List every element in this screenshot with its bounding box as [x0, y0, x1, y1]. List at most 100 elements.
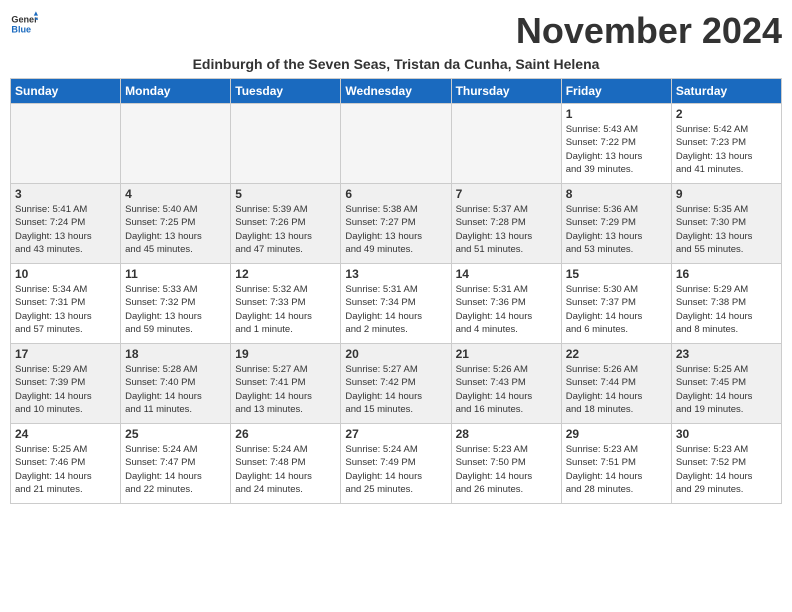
calendar-cell: 21 Sunrise: 5:26 AM Sunset: 7:43 PM Dayli… — [451, 344, 561, 424]
calendar-cell: 4 Sunrise: 5:40 AM Sunset: 7:25 PM Daylig… — [121, 184, 231, 264]
calendar-week-5: 24Sunrise: 5:25 AM Sunset: 7:46 PM Dayli… — [11, 424, 782, 504]
day-number: 2 — [676, 107, 777, 121]
calendar-cell: 5 Sunrise: 5:39 AM Sunset: 7:26 PM Daylig… — [231, 184, 341, 264]
day-number: 30 — [676, 427, 777, 441]
day-number: 14 — [456, 267, 557, 281]
day-info: Sunrise: 5:24 AM Sunset: 7:49 PM Dayligh… — [345, 443, 446, 496]
calendar-table: SundayMondayTuesdayWednesdayThursdayFrid… — [10, 78, 782, 504]
svg-text:Blue: Blue — [11, 24, 31, 34]
calendar-cell — [11, 104, 121, 184]
calendar-cell: 30 Sunrise: 5:23 AM Sunset: 7:52 PM Dayli… — [671, 424, 781, 504]
day-header-friday: Friday — [561, 79, 671, 104]
day-info: Sunrise: 5:28 AM Sunset: 7:40 PM Dayligh… — [125, 363, 226, 416]
day-number: 10 — [15, 267, 116, 281]
month-title: November 2024 — [516, 10, 782, 52]
day-info: Sunrise: 5:33 AM Sunset: 7:32 PM Dayligh… — [125, 283, 226, 336]
calendar-cell: 27 Sunrise: 5:24 AM Sunset: 7:49 PM Dayli… — [341, 424, 451, 504]
day-info: Sunrise: 5:39 AM Sunset: 7:26 PM Dayligh… — [235, 203, 336, 256]
day-info: Sunrise: 5:25 AM Sunset: 7:45 PM Dayligh… — [676, 363, 777, 416]
calendar-cell: 24Sunrise: 5:25 AM Sunset: 7:46 PM Dayli… — [11, 424, 121, 504]
day-info: Sunrise: 5:36 AM Sunset: 7:29 PM Dayligh… — [566, 203, 667, 256]
calendar-week-2: 3 Sunrise: 5:41 AM Sunset: 7:24 PM Daylig… — [11, 184, 782, 264]
day-info: Sunrise: 5:25 AM Sunset: 7:46 PM Dayligh… — [15, 443, 116, 496]
day-number: 21 — [456, 347, 557, 361]
calendar-cell: 7 Sunrise: 5:37 AM Sunset: 7:28 PM Daylig… — [451, 184, 561, 264]
day-info: Sunrise: 5:32 AM Sunset: 7:33 PM Dayligh… — [235, 283, 336, 336]
calendar-cell — [231, 104, 341, 184]
day-number: 17 — [15, 347, 116, 361]
day-info: Sunrise: 5:23 AM Sunset: 7:51 PM Dayligh… — [566, 443, 667, 496]
day-info: Sunrise: 5:43 AM Sunset: 7:22 PM Dayligh… — [566, 123, 667, 176]
header: General Blue November 2024 — [10, 10, 782, 52]
day-number: 28 — [456, 427, 557, 441]
day-info: Sunrise: 5:40 AM Sunset: 7:25 PM Dayligh… — [125, 203, 226, 256]
day-info: Sunrise: 5:31 AM Sunset: 7:34 PM Dayligh… — [345, 283, 446, 336]
day-info: Sunrise: 5:30 AM Sunset: 7:37 PM Dayligh… — [566, 283, 667, 336]
calendar-cell: 20 Sunrise: 5:27 AM Sunset: 7:42 PM Dayli… — [341, 344, 451, 424]
calendar-cell: 16 Sunrise: 5:29 AM Sunset: 7:38 PM Dayli… — [671, 264, 781, 344]
day-number: 15 — [566, 267, 667, 281]
calendar-cell: 19 Sunrise: 5:27 AM Sunset: 7:41 PM Dayli… — [231, 344, 341, 424]
day-info: Sunrise: 5:41 AM Sunset: 7:24 PM Dayligh… — [15, 203, 116, 256]
calendar-cell: 11 Sunrise: 5:33 AM Sunset: 7:32 PM Dayli… — [121, 264, 231, 344]
calendar-header-row: SundayMondayTuesdayWednesdayThursdayFrid… — [11, 79, 782, 104]
day-info: Sunrise: 5:23 AM Sunset: 7:52 PM Dayligh… — [676, 443, 777, 496]
day-number: 1 — [566, 107, 667, 121]
calendar-cell: 28Sunrise: 5:23 AM Sunset: 7:50 PM Dayli… — [451, 424, 561, 504]
day-number: 4 — [125, 187, 226, 201]
day-number: 13 — [345, 267, 446, 281]
day-number: 25 — [125, 427, 226, 441]
calendar-week-1: 1 Sunrise: 5:43 AM Sunset: 7:22 PM Daylig… — [11, 104, 782, 184]
day-header-sunday: Sunday — [11, 79, 121, 104]
calendar-cell: 26Sunrise: 5:24 AM Sunset: 7:48 PM Dayli… — [231, 424, 341, 504]
day-number: 11 — [125, 267, 226, 281]
calendar-cell: 12 Sunrise: 5:32 AM Sunset: 7:33 PM Dayli… — [231, 264, 341, 344]
calendar-cell — [451, 104, 561, 184]
day-info: Sunrise: 5:26 AM Sunset: 7:43 PM Dayligh… — [456, 363, 557, 416]
day-number: 3 — [15, 187, 116, 201]
svg-text:General: General — [11, 15, 38, 25]
day-header-saturday: Saturday — [671, 79, 781, 104]
day-number: 16 — [676, 267, 777, 281]
day-number: 8 — [566, 187, 667, 201]
day-number: 7 — [456, 187, 557, 201]
day-number: 12 — [235, 267, 336, 281]
day-number: 19 — [235, 347, 336, 361]
calendar-cell: 13 Sunrise: 5:31 AM Sunset: 7:34 PM Dayli… — [341, 264, 451, 344]
day-number: 5 — [235, 187, 336, 201]
day-number: 23 — [676, 347, 777, 361]
calendar-cell: 23 Sunrise: 5:25 AM Sunset: 7:45 PM Dayli… — [671, 344, 781, 424]
calendar-cell: 9Sunrise: 5:35 AM Sunset: 7:30 PM Daylig… — [671, 184, 781, 264]
day-number: 9 — [676, 187, 777, 201]
calendar-cell — [341, 104, 451, 184]
day-number: 27 — [345, 427, 446, 441]
day-info: Sunrise: 5:31 AM Sunset: 7:36 PM Dayligh… — [456, 283, 557, 336]
calendar-cell — [121, 104, 231, 184]
day-info: Sunrise: 5:24 AM Sunset: 7:47 PM Dayligh… — [125, 443, 226, 496]
day-info: Sunrise: 5:37 AM Sunset: 7:28 PM Dayligh… — [456, 203, 557, 256]
calendar-cell: 25 Sunrise: 5:24 AM Sunset: 7:47 PM Dayli… — [121, 424, 231, 504]
day-info: Sunrise: 5:24 AM Sunset: 7:48 PM Dayligh… — [235, 443, 336, 496]
logo: General Blue — [10, 10, 38, 38]
calendar-cell: 15 Sunrise: 5:30 AM Sunset: 7:37 PM Dayli… — [561, 264, 671, 344]
subtitle: Edinburgh of the Seven Seas, Tristan da … — [10, 56, 782, 72]
day-info: Sunrise: 5:42 AM Sunset: 7:23 PM Dayligh… — [676, 123, 777, 176]
day-info: Sunrise: 5:29 AM Sunset: 7:39 PM Dayligh… — [15, 363, 116, 416]
day-number: 29 — [566, 427, 667, 441]
calendar-cell: 1 Sunrise: 5:43 AM Sunset: 7:22 PM Daylig… — [561, 104, 671, 184]
day-header-thursday: Thursday — [451, 79, 561, 104]
calendar-body: 1 Sunrise: 5:43 AM Sunset: 7:22 PM Daylig… — [11, 104, 782, 504]
calendar-week-3: 10Sunrise: 5:34 AM Sunset: 7:31 PM Dayli… — [11, 264, 782, 344]
calendar-cell: 29 Sunrise: 5:23 AM Sunset: 7:51 PM Dayli… — [561, 424, 671, 504]
day-number: 20 — [345, 347, 446, 361]
calendar-cell: 3 Sunrise: 5:41 AM Sunset: 7:24 PM Daylig… — [11, 184, 121, 264]
day-info: Sunrise: 5:26 AM Sunset: 7:44 PM Dayligh… — [566, 363, 667, 416]
day-info: Sunrise: 5:29 AM Sunset: 7:38 PM Dayligh… — [676, 283, 777, 336]
calendar-cell: 22 Sunrise: 5:26 AM Sunset: 7:44 PM Dayli… — [561, 344, 671, 424]
day-info: Sunrise: 5:27 AM Sunset: 7:42 PM Dayligh… — [345, 363, 446, 416]
day-number: 22 — [566, 347, 667, 361]
day-info: Sunrise: 5:38 AM Sunset: 7:27 PM Dayligh… — [345, 203, 446, 256]
day-header-wednesday: Wednesday — [341, 79, 451, 104]
day-number: 6 — [345, 187, 446, 201]
day-info: Sunrise: 5:27 AM Sunset: 7:41 PM Dayligh… — [235, 363, 336, 416]
